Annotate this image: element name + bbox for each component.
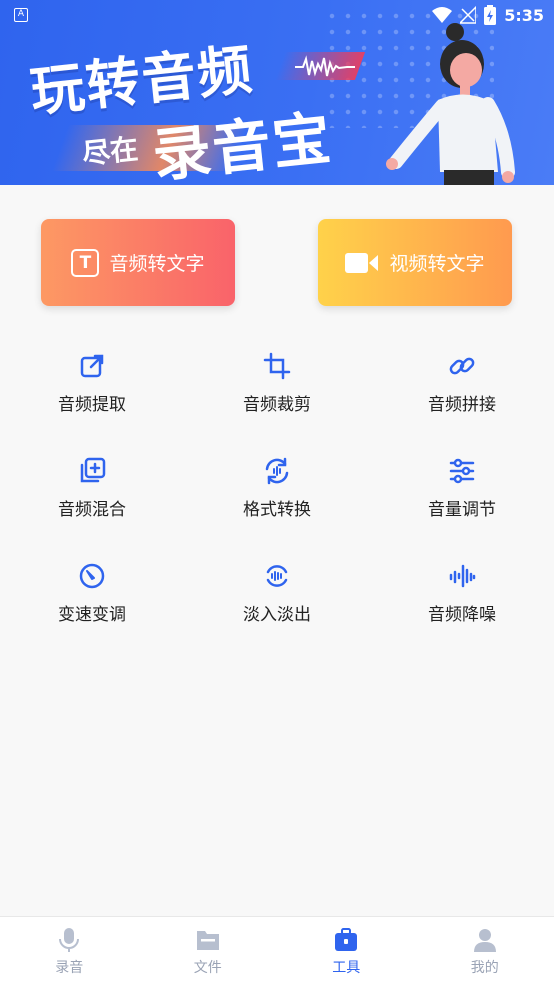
- person-illustration: [386, 23, 515, 185]
- tool-audio-crop[interactable]: 音频裁剪: [202, 352, 352, 432]
- tool-fade-in-out[interactable]: 淡入淡出: [202, 562, 352, 642]
- tool-label: 格式转换: [243, 500, 311, 520]
- bottom-navigation: 录音 文件 工具 我的: [0, 916, 554, 986]
- status-time: 5:35: [504, 5, 544, 25]
- tool-label: 变速变调: [58, 605, 126, 625]
- tool-label: 音量调节: [428, 500, 496, 520]
- tool-speed-pitch[interactable]: 变速变调: [17, 562, 167, 642]
- sliders-icon: [449, 458, 475, 484]
- fade-icon: [266, 565, 288, 587]
- denoise-icon: [449, 564, 476, 588]
- audio-to-text-button[interactable]: T 音频转文字: [41, 219, 235, 306]
- video-to-text-button[interactable]: 视频转文字: [318, 219, 512, 306]
- battery-icon: [484, 5, 497, 25]
- nav-item-files[interactable]: 文件: [139, 917, 278, 986]
- audio-to-text-label: 音频转文字: [109, 253, 205, 275]
- link-icon: [449, 357, 475, 375]
- tool-label: 音频降噪: [428, 605, 496, 625]
- tool-noise-reduction[interactable]: 音频降噪: [387, 562, 537, 642]
- speed-icon: [79, 563, 105, 589]
- toolbox-icon: [335, 928, 358, 951]
- waveform-icon: [295, 55, 355, 77]
- wifi-icon: [432, 7, 453, 23]
- extract-icon: [80, 354, 104, 378]
- video-camera-icon: [345, 252, 379, 273]
- tool-label: 音频混合: [58, 500, 126, 520]
- nav-label: 录音: [55, 960, 84, 976]
- person-icon: [473, 929, 496, 952]
- tool-audio-join[interactable]: 音频拼接: [387, 352, 537, 432]
- nav-label: 工具: [332, 960, 361, 976]
- convert-icon: [265, 457, 289, 485]
- microphone-icon: [59, 928, 80, 952]
- tool-volume-adjust[interactable]: 音量调节: [387, 457, 537, 537]
- crop-icon: [263, 352, 291, 380]
- tool-format-convert[interactable]: 格式转换: [202, 457, 352, 537]
- video-to-text-label: 视频转文字: [389, 253, 485, 275]
- app-indicator-icon: A: [14, 8, 28, 22]
- tool-label: 音频提取: [58, 395, 126, 415]
- nav-item-tools[interactable]: 工具: [277, 917, 416, 986]
- tool-audio-extract[interactable]: 音频提取: [17, 352, 167, 432]
- tool-label: 音频拼接: [428, 395, 496, 415]
- tool-label: 淡入淡出: [243, 605, 311, 625]
- nav-label: 文件: [193, 960, 222, 976]
- tool-audio-mix[interactable]: 音频混合: [17, 457, 167, 537]
- text-t-icon: T: [71, 248, 100, 277]
- folder-icon: [196, 931, 219, 950]
- nav-label: 我的: [470, 960, 499, 976]
- mix-icon: [80, 457, 106, 483]
- status-bar: A 5:35: [0, 0, 554, 30]
- nav-item-profile[interactable]: 我的: [416, 917, 554, 986]
- nav-item-record[interactable]: 录音: [0, 917, 139, 986]
- banner-subline-small: 尽在: [80, 132, 140, 171]
- signal-icon: [460, 6, 477, 24]
- tool-label: 音频裁剪: [243, 395, 311, 415]
